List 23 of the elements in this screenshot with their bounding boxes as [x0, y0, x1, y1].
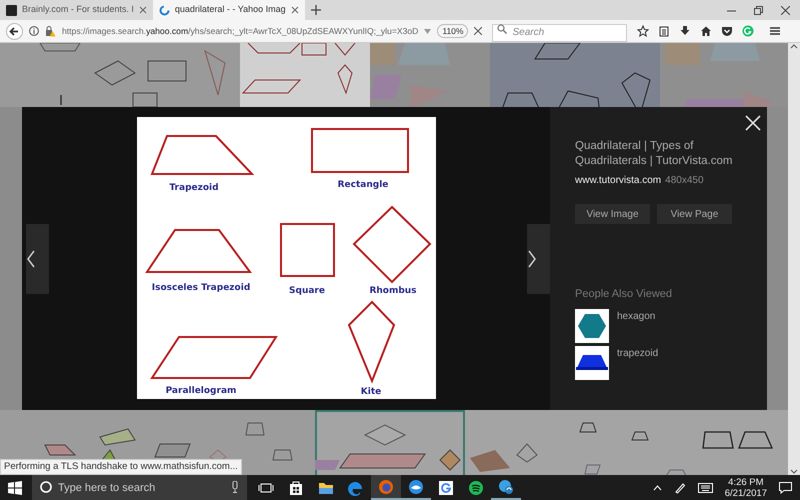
- image-size: 480x450: [665, 174, 704, 188]
- shape-label: Isosceles Trapezoid: [152, 283, 250, 293]
- url-field[interactable]: https://images.search.yahoo.com/yhs/search;_ylt=AwrTcX_08UpZdSEAWXYunlIQ;_ylu=X3oD: [62, 24, 418, 38]
- shape-label: Trapezoid: [169, 183, 219, 193]
- shape-label: Kite: [360, 387, 382, 397]
- source-link[interactable]: www.tutorvista.com: [575, 173, 662, 188]
- result-title[interactable]: Quadrilateral | Types of Quadrilaterals | TutorVista.com: [575, 139, 757, 169]
- shape-label: Rectangle: [338, 180, 388, 190]
- shape-label: Parallelogram: [166, 386, 236, 396]
- clock-date[interactable]: 6/21/2017: [724, 488, 767, 498]
- shape-label: Square: [289, 286, 325, 296]
- section-heading: People Also Viewed: [575, 287, 674, 302]
- view-button[interactable]: View Image: [575, 204, 650, 224]
- search-field[interactable]: Search: [492, 24, 628, 42]
- clock-time[interactable]: 4:26 PM: [724, 476, 767, 488]
- taskbar-search-field[interactable]: Type here to search: [32, 475, 247, 500]
- zoom-level[interactable]: 110%: [437, 24, 468, 38]
- view-button[interactable]: View Page: [657, 204, 732, 224]
- browser-tab[interactable]: quadrilateral - - Yahoo Imag: [152, 0, 305, 20]
- browser-tab[interactable]: Brainly.com - For students. I: [0, 0, 153, 20]
- related-link[interactable]: hexagon: [617, 308, 656, 342]
- related-link[interactable]: trapezoid: [617, 346, 658, 380]
- shape-label: Rhombus: [369, 286, 417, 296]
